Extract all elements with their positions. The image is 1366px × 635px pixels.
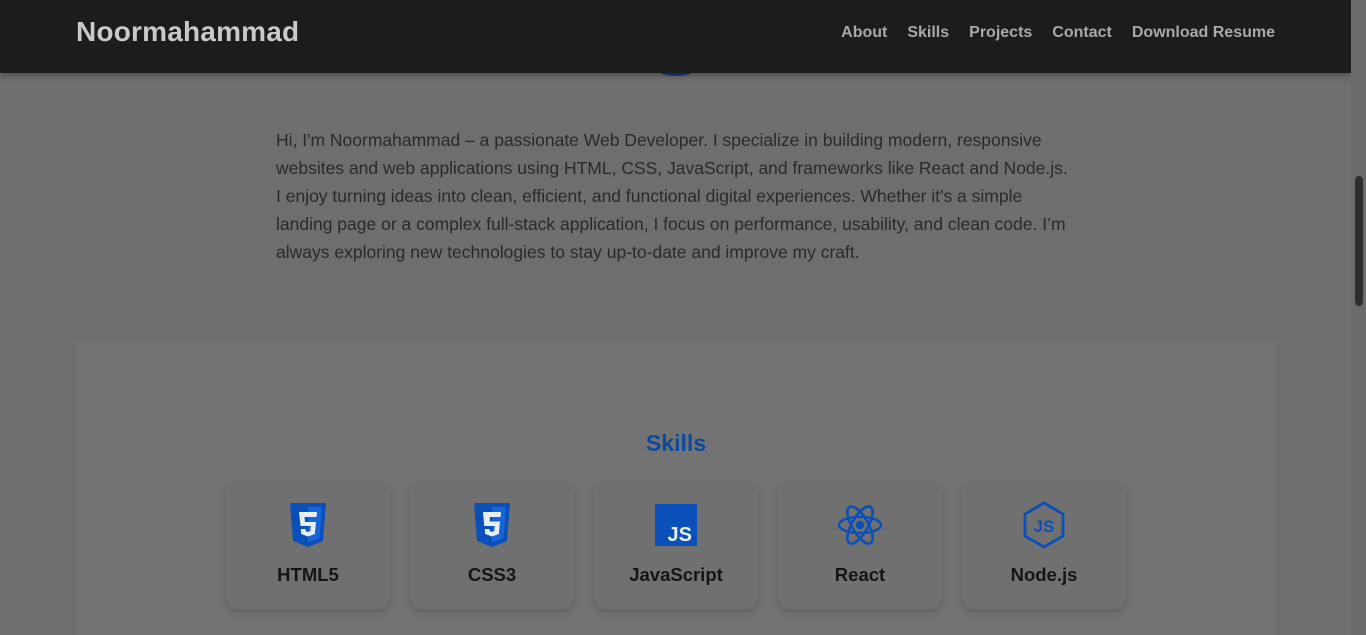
brand-logo[interactable]: Noormahammad bbox=[76, 16, 299, 48]
svg-text:JS: JS bbox=[1034, 517, 1055, 536]
page-scrollbar[interactable] bbox=[1351, 0, 1366, 635]
css3-icon bbox=[474, 503, 510, 547]
navbar: Noormahammad About Skills Projects Conta… bbox=[0, 0, 1351, 73]
html5-icon bbox=[290, 503, 326, 547]
skill-name: HTML5 bbox=[277, 564, 339, 585]
skill-card-javascript[interactable]: JS JavaScript bbox=[594, 483, 758, 609]
scrollbar-thumb[interactable] bbox=[1355, 176, 1363, 306]
skill-name: Node.js bbox=[1010, 564, 1078, 585]
skill-card-html5[interactable]: HTML5 bbox=[226, 483, 390, 609]
skill-card-css3[interactable]: CSS3 bbox=[410, 483, 574, 609]
skills-section: Skills HTML5 CSS3 JS JavaScript React JS… bbox=[76, 343, 1276, 635]
svg-text:JS: JS bbox=[668, 524, 692, 546]
about-description: Hi, I'm Noormahammad – a passionate Web … bbox=[276, 130, 1068, 262]
skill-name: CSS3 bbox=[467, 564, 517, 585]
skills-heading: Skills bbox=[645, 430, 707, 456]
nav-skills-link[interactable]: Skills bbox=[907, 24, 949, 42]
skill-card-react[interactable]: React bbox=[778, 483, 942, 609]
nav-contact-link[interactable]: Contact bbox=[1052, 24, 1112, 42]
skill-name: React bbox=[834, 564, 886, 585]
skills-grid: HTML5 CSS3 JS JavaScript React JS Node.j… bbox=[226, 483, 1126, 609]
javascript-icon: JS bbox=[655, 504, 697, 546]
skill-name: JavaScript bbox=[629, 564, 723, 585]
react-icon bbox=[837, 505, 883, 545]
page-viewport: Noormahammad About Skills Projects Conta… bbox=[0, 0, 1351, 635]
nav-projects-link[interactable]: Projects bbox=[969, 24, 1032, 42]
nodejs-icon: JS bbox=[1023, 501, 1065, 549]
nav-about-link[interactable]: About bbox=[841, 24, 887, 42]
nav-links: About Skills Projects Contact Download R… bbox=[821, 24, 1275, 42]
skill-card-nodejs[interactable]: JS Node.js bbox=[962, 483, 1126, 609]
download-resume-link[interactable]: Download Resume bbox=[1132, 24, 1275, 42]
